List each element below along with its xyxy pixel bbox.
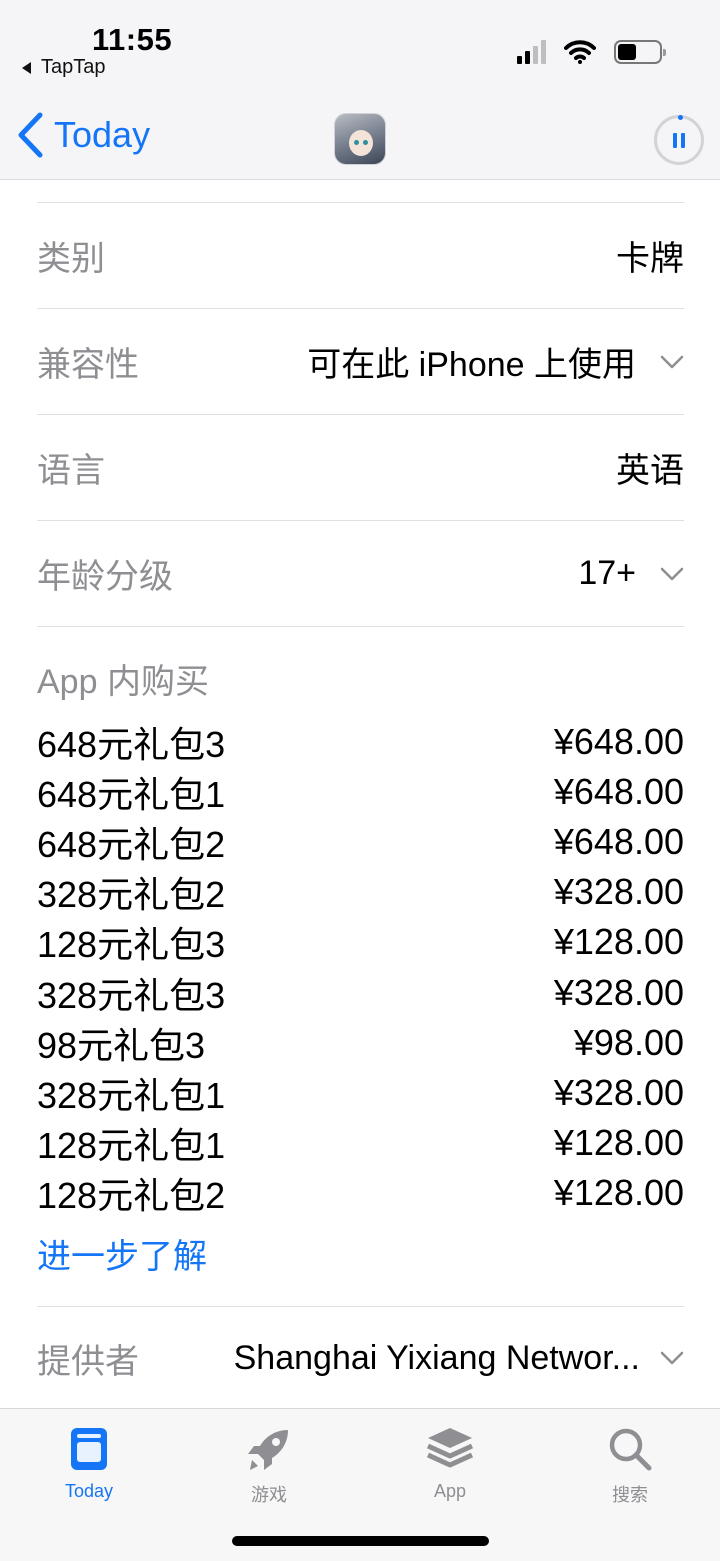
info-label: 年龄分级 (37, 558, 173, 596)
iap-title: App 内购买 (37, 663, 209, 701)
download-progress-button[interactable] (654, 115, 704, 165)
chevron-down-icon (660, 567, 684, 580)
tab-label: 游戏 (251, 1485, 287, 1505)
info-row-language: 语言 英语 (37, 414, 684, 520)
top-bar: 11:55 TapTap Today (0, 0, 720, 180)
app-thumbnail-icon[interactable] (334, 113, 386, 165)
tab-label: Today (64, 1481, 114, 1501)
battery-icon (614, 40, 666, 64)
iap-name: 648元礼包3 (37, 724, 226, 766)
list-item: 98元礼包3 ¥98.00 (37, 1018, 684, 1068)
info-row-provider[interactable]: 提供者 Shanghai Yixiang Networ... (37, 1306, 684, 1409)
back-to-app-link[interactable]: TapTap (22, 56, 106, 79)
list-item: 128元礼包2 ¥128.00 (37, 1168, 684, 1218)
iap-price: ¥648.00 (553, 821, 684, 863)
nav-back-label: Today (54, 114, 151, 155)
back-triangle-icon (22, 61, 31, 74)
info-row-age-rating[interactable]: 年龄分级 17+ (37, 520, 684, 626)
iap-price: ¥328.00 (553, 871, 684, 913)
iap-name: 128元礼包1 (37, 1124, 226, 1166)
iap-price: ¥328.00 (553, 971, 684, 1013)
tab-games[interactable]: 游戏 (219, 1423, 319, 1507)
pause-bar (681, 132, 685, 148)
iap-name: 328元礼包2 (37, 874, 226, 916)
info-value: 英语 (616, 452, 684, 490)
app-store-detail-page: 11:55 TapTap Today 类别 卡牌 兼容性 可在此 iPhone … (0, 0, 720, 1561)
iap-price: ¥328.00 (553, 1071, 684, 1113)
info-row-compatibility[interactable]: 兼容性 可在此 iPhone 上使用 (37, 308, 684, 414)
info-value: 17+ (578, 554, 636, 592)
iap-price: ¥128.00 (553, 1171, 684, 1213)
list-item: 328元礼包2 ¥328.00 (37, 867, 684, 917)
tab-today[interactable]: Today (39, 1423, 139, 1502)
list-item: 128元礼包3 ¥128.00 (37, 917, 684, 967)
list-item: 328元礼包1 ¥328.00 (37, 1068, 684, 1118)
iap-name: 648元礼包1 (37, 774, 226, 816)
info-value-wrap: 可在此 iPhone 上使用 (307, 337, 684, 386)
status-icons (517, 40, 666, 64)
nav-back-button[interactable]: Today (16, 112, 150, 158)
info-label: 语言 (37, 452, 105, 490)
tab-apps[interactable]: App (400, 1423, 500, 1502)
cellular-signal-icon (517, 40, 546, 64)
pause-bar (673, 132, 677, 148)
info-value: Shanghai Yixiang Networ... (233, 1338, 640, 1377)
today-icon (39, 1423, 139, 1475)
iap-name: 328元礼包1 (37, 1074, 226, 1116)
info-value-wrap: Shanghai Yixiang Networ... (234, 1339, 684, 1378)
info-label: 兼容性 (37, 346, 139, 384)
status-time: 11:55 (92, 22, 173, 57)
iap-name: 648元礼包2 (37, 824, 226, 866)
iap-price: ¥98.00 (573, 1021, 684, 1063)
info-label: 类别 (37, 240, 105, 278)
info-label: 提供者 (37, 1342, 139, 1381)
iap-name: 128元礼包2 (37, 1174, 226, 1216)
wifi-icon (564, 40, 596, 64)
iap-name: 98元礼包3 (37, 1024, 206, 1066)
iap-price: ¥648.00 (553, 721, 684, 763)
list-item: 328元礼包3 ¥328.00 (37, 967, 684, 1017)
rocket-icon (219, 1423, 319, 1475)
information-section: 类别 卡牌 兼容性 可在此 iPhone 上使用 语言 英语 年龄分级 17+ (37, 180, 684, 1282)
chevron-down-icon (660, 355, 684, 368)
iap-name: 128元礼包3 (37, 924, 226, 966)
iap-price: ¥128.00 (553, 921, 684, 963)
learn-more-link[interactable]: 进一步了解 (37, 1232, 684, 1282)
iap-price: ¥128.00 (553, 1121, 684, 1163)
chevron-left-icon (18, 112, 43, 158)
tab-label: 搜索 (612, 1485, 648, 1505)
chevron-down-icon (660, 1351, 684, 1365)
in-app-purchases-section: App 内购买 648元礼包3 ¥648.00 648元礼包1 ¥648.00 … (37, 626, 684, 1282)
iap-name: 328元礼包3 (37, 974, 226, 1016)
tab-search[interactable]: 搜索 (580, 1423, 680, 1507)
iap-list: 648元礼包3 ¥648.00 648元礼包1 ¥648.00 648元礼包2 … (37, 717, 684, 1218)
info-row-category: 类别 卡牌 (37, 202, 684, 308)
back-app-label: TapTap (41, 56, 106, 78)
search-icon (580, 1423, 680, 1475)
home-indicator[interactable] (232, 1536, 489, 1546)
info-value: 卡牌 (616, 240, 684, 278)
info-value-wrap: 17+ (578, 554, 684, 593)
info-value: 可在此 iPhone 上使用 (307, 346, 636, 384)
list-item: 128元礼包1 ¥128.00 (37, 1118, 684, 1168)
list-item: 648元礼包3 ¥648.00 (37, 717, 684, 767)
iap-price: ¥648.00 (553, 771, 684, 813)
list-item: 648元礼包1 ¥648.00 (37, 767, 684, 817)
app-stack-icon (400, 1423, 500, 1475)
list-item: 648元礼包2 ¥648.00 (37, 817, 684, 867)
tab-label: App (433, 1481, 467, 1501)
